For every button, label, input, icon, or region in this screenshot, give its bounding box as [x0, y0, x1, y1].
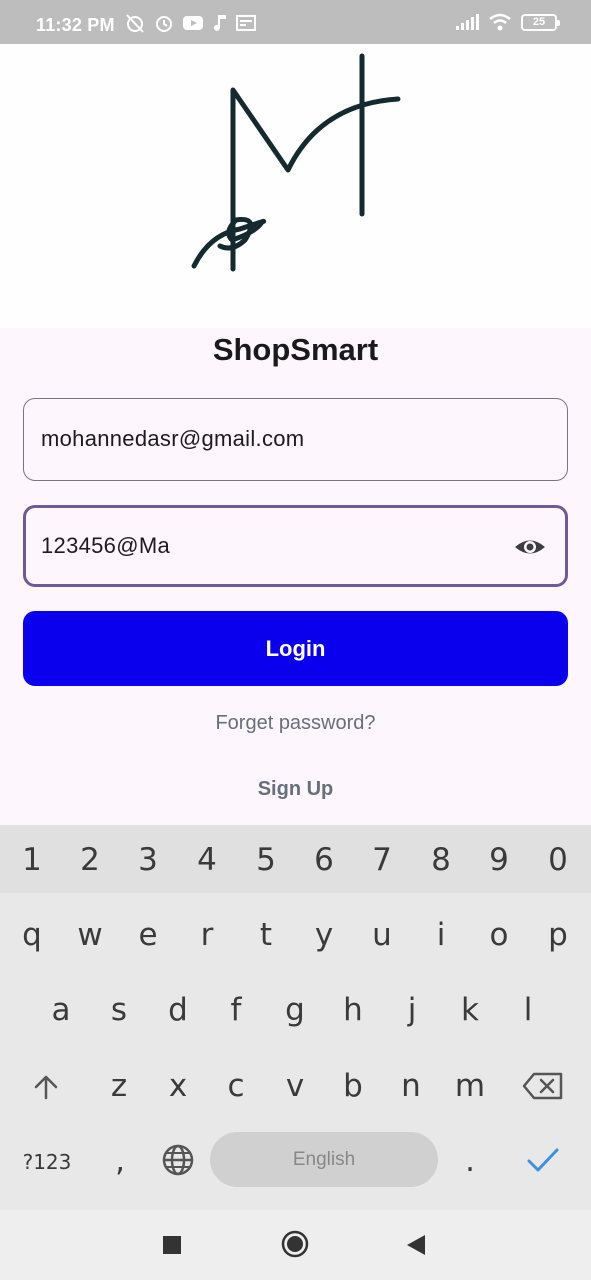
navigation-bar: [0, 1210, 591, 1280]
key-b[interactable]: b: [328, 1068, 378, 1104]
key-8[interactable]: 8: [416, 842, 466, 878]
key-p[interactable]: p: [533, 917, 583, 953]
period-key[interactable]: .: [445, 1143, 495, 1179]
checkmark-icon[interactable]: [526, 1145, 560, 1175]
comma-key[interactable]: ,: [95, 1143, 145, 1179]
keyboard-number-row: 1 2 3 4 5 6 7 8 9 0: [0, 825, 591, 893]
key-e[interactable]: e: [123, 917, 173, 953]
password-field[interactable]: 123456@Ma: [23, 505, 568, 587]
wifi-icon: [489, 13, 511, 31]
email-value: mohannedasr@gmail.com: [41, 426, 305, 451]
alarm-icon: [156, 16, 172, 32]
key-5[interactable]: 5: [241, 842, 291, 878]
email-field[interactable]: mohannedasr@gmail.com: [23, 398, 568, 481]
key-z[interactable]: z: [94, 1068, 144, 1104]
recents-icon[interactable]: [162, 1235, 182, 1255]
alarm-off-icon: [126, 14, 144, 33]
key-o[interactable]: o: [474, 917, 524, 953]
back-icon[interactable]: [405, 1234, 427, 1256]
app-title: ShopSmart: [212, 332, 379, 367]
key-l[interactable]: l: [503, 992, 553, 1028]
notification-icons: [124, 13, 256, 33]
key-1[interactable]: 1: [7, 842, 57, 878]
key-0[interactable]: 0: [533, 842, 583, 878]
logo-area: [0, 44, 591, 328]
key-2[interactable]: 2: [65, 842, 115, 878]
key-q[interactable]: q: [7, 917, 57, 953]
key-y[interactable]: y: [299, 917, 349, 953]
key-x[interactable]: x: [153, 1068, 203, 1104]
signature-logo: [191, 53, 401, 272]
key-f[interactable]: f: [211, 992, 261, 1028]
key-m[interactable]: m: [445, 1068, 495, 1104]
signup-link[interactable]: Sign Up: [0, 778, 591, 801]
music-icon: [214, 15, 226, 31]
key-u[interactable]: u: [357, 917, 407, 953]
key-k[interactable]: k: [445, 992, 495, 1028]
globe-icon[interactable]: [161, 1143, 195, 1177]
key-t[interactable]: t: [241, 917, 291, 953]
shift-icon[interactable]: [32, 1073, 60, 1101]
news-icon: [236, 15, 256, 31]
key-n[interactable]: n: [386, 1068, 436, 1104]
forget-password-link[interactable]: Forget password?: [0, 712, 591, 735]
status-time: 11:32 PM: [36, 15, 115, 35]
key-3[interactable]: 3: [123, 842, 173, 878]
key-h[interactable]: h: [328, 992, 378, 1028]
key-s[interactable]: s: [94, 992, 144, 1028]
eye-icon[interactable]: [513, 530, 547, 564]
space-bar[interactable]: English: [210, 1132, 438, 1187]
symbols-key[interactable]: ?123: [18, 1150, 76, 1174]
key-a[interactable]: a: [36, 992, 86, 1028]
keyboard: 1 2 3 4 5 6 7 8 9 0 q w e r t y u i o p …: [0, 825, 591, 1210]
youtube-icon: [183, 16, 203, 30]
key-w[interactable]: w: [65, 917, 115, 953]
key-j[interactable]: j: [387, 992, 437, 1028]
key-v[interactable]: v: [270, 1068, 320, 1104]
key-d[interactable]: d: [153, 992, 203, 1028]
key-g[interactable]: g: [270, 992, 320, 1028]
home-icon[interactable]: [281, 1230, 309, 1258]
key-6[interactable]: 6: [299, 842, 349, 878]
key-c[interactable]: c: [211, 1068, 261, 1104]
key-r[interactable]: r: [182, 917, 232, 953]
system-icons: 25: [455, 13, 560, 31]
key-9[interactable]: 9: [474, 842, 524, 878]
status-bar: 11:32 PM 25: [0, 0, 591, 44]
key-4[interactable]: 4: [182, 842, 232, 878]
key-i[interactable]: i: [416, 917, 466, 953]
battery-icon: 25: [521, 13, 560, 31]
key-7[interactable]: 7: [357, 842, 407, 878]
backspace-icon[interactable]: [522, 1071, 564, 1101]
signal-icon: [456, 14, 479, 30]
login-button[interactable]: Login: [23, 611, 568, 686]
password-value: 123456@Ma: [41, 533, 171, 558]
